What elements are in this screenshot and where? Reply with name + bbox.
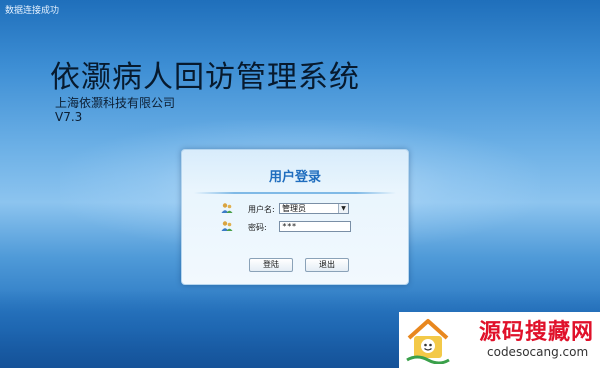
username-value: 管理员: [282, 204, 306, 213]
login-panel: 用户登录 用户名: 管理员 ▼ 密码: *** 登陆 退出: [181, 149, 409, 285]
app-title: 依灏病人回访管理系统: [50, 60, 360, 95]
login-button[interactable]: 登陆: [249, 258, 293, 272]
watermark-text: 源码搜藏网: [479, 320, 595, 345]
chevron-down-icon[interactable]: ▼: [338, 204, 348, 213]
title-divider: [194, 192, 396, 194]
password-label: 密码:: [248, 223, 267, 232]
watermark-url: codesocang.com: [487, 345, 589, 359]
house-logo-icon: [406, 319, 450, 364]
connection-status: 数据连接成功: [5, 6, 60, 16]
company-name: 上海依灏科技有限公司: [55, 96, 176, 110]
username-label: 用户名:: [248, 205, 275, 214]
login-title: 用户登录: [268, 170, 321, 185]
user-icon: [221, 203, 233, 213]
username-select[interactable]: 管理员 ▼: [279, 203, 349, 214]
watermark-banner: 源码搜藏网 codesocang.com: [399, 312, 600, 368]
password-input[interactable]: ***: [279, 221, 351, 232]
exit-button[interactable]: 退出: [305, 258, 349, 272]
password-user-icon: [221, 221, 233, 231]
app-version: V7.3: [55, 110, 83, 124]
